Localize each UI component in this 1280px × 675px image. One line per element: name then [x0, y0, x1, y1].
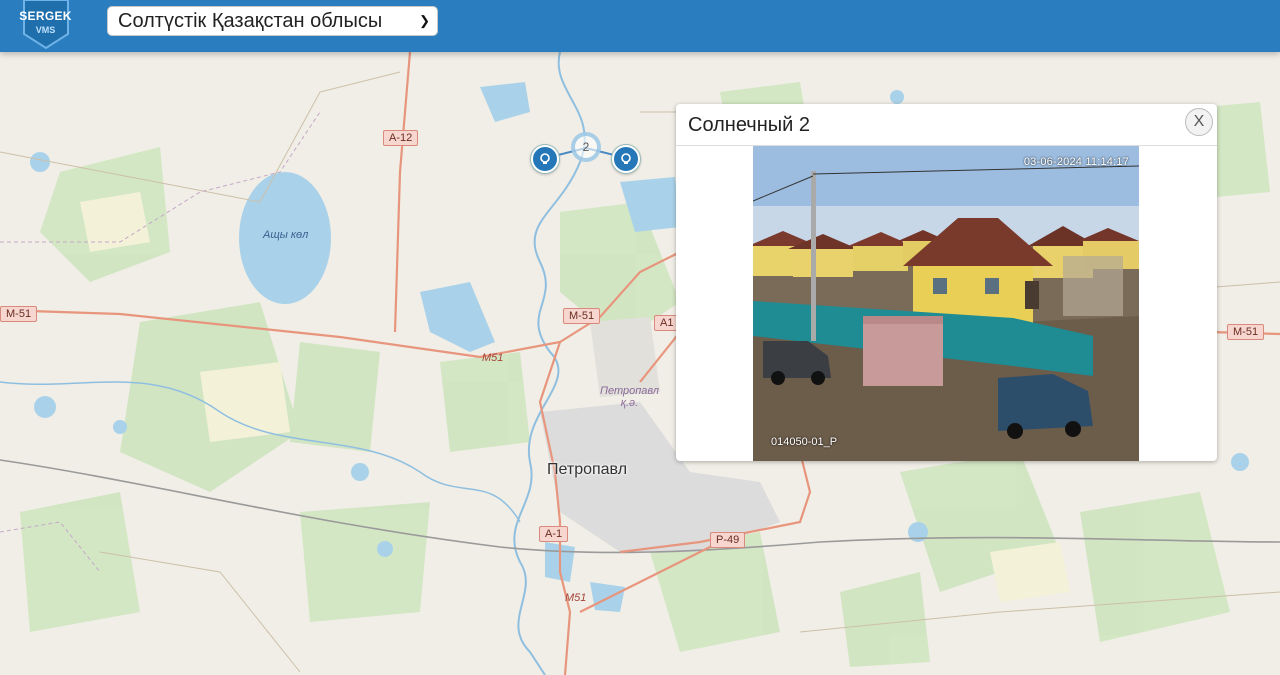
road-shield-p49: Р-49: [710, 532, 746, 548]
popup-header: Солнечный 2 X: [676, 104, 1217, 146]
logo-subtext: VMS: [35, 25, 56, 35]
camera-icon: [621, 153, 631, 164]
sergek-logo[interactable]: SERGEK VMS: [18, 0, 76, 52]
lake-label: Ащы көл: [263, 229, 309, 241]
road-shield-m51: М-51: [1227, 324, 1265, 340]
camera-icon: [540, 153, 550, 164]
chevron-down-icon: ❯: [419, 13, 430, 28]
top-bar: SERGEK VMS Солтүстік Қазақстан облысы ❯: [0, 0, 1280, 52]
road-number-label: М51: [482, 352, 504, 364]
city-label: Петропавл: [547, 461, 628, 478]
camera-popup: Солнечный 2 X 03-06-2024 11:14:17 014050…: [676, 104, 1217, 461]
camera-snapshot: [753, 146, 1139, 461]
road-shield-a1: А-1: [539, 526, 569, 542]
region-select-value: Солтүстік Қазақстан облысы: [118, 10, 383, 32]
feed-camera-id: 014050-01_P: [771, 436, 838, 448]
feed-timestamp: 03-06-2024 11:14:17: [1023, 156, 1129, 168]
district-label: Петропавл қ.ә.: [600, 385, 659, 409]
close-button[interactable]: X: [1185, 108, 1213, 136]
road-shield-a12: А-12: [383, 130, 419, 146]
region-select[interactable]: Солтүстік Қазақстан облысы ❯: [107, 6, 438, 36]
logo-text: SERGEK: [19, 9, 72, 23]
camera-marker[interactable]: [612, 145, 640, 173]
marker-cluster[interactable]: 2: [571, 132, 601, 162]
road-shield-m51: М-51: [563, 308, 601, 324]
camera-marker[interactable]: [531, 145, 559, 173]
camera-feed-image[interactable]: 03-06-2024 11:14:17 014050-01_P: [753, 146, 1139, 461]
popup-title: Солнечный 2: [688, 114, 810, 136]
road-number-label: М51: [565, 592, 587, 604]
road-shield-m51: М-51: [0, 306, 38, 322]
